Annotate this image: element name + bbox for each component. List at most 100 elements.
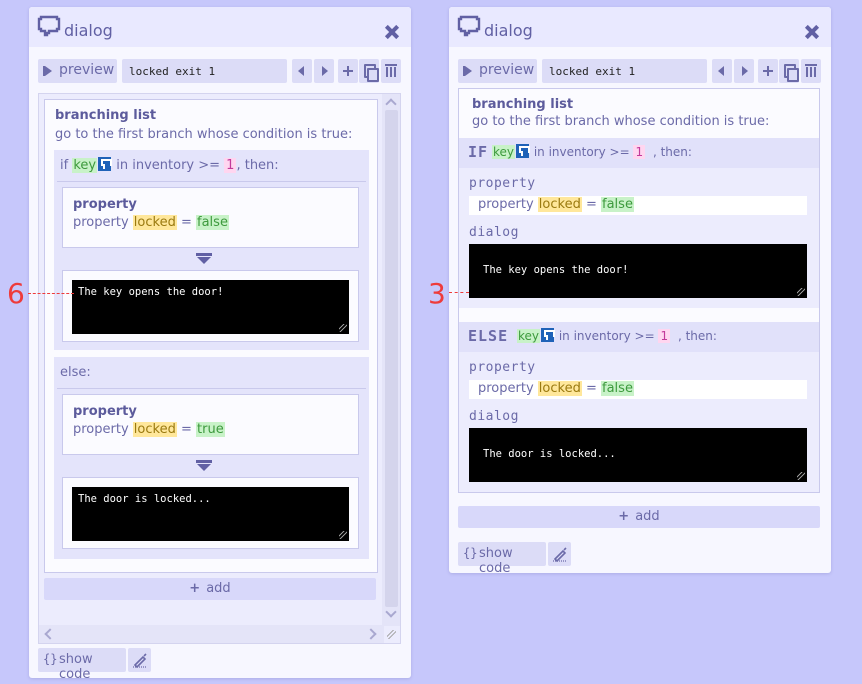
panel-title: dialog xyxy=(64,21,113,40)
show-code-button[interactable]: {} show code xyxy=(38,648,126,682)
scroll-down-icon[interactable] xyxy=(385,606,397,618)
edit-button[interactable] xyxy=(548,542,571,566)
dialog-name-input[interactable] xyxy=(122,59,287,83)
dialog-text-editor[interactable]: The key opens the door! xyxy=(469,244,807,298)
close-icon[interactable] xyxy=(385,25,399,39)
branching-list-title: branching list xyxy=(55,108,157,123)
vertical-scroll-thumb[interactable] xyxy=(385,110,398,607)
dialog-section-label: dialog xyxy=(469,409,519,424)
property-section-label: property xyxy=(469,176,536,191)
resize-grip-icon[interactable] xyxy=(797,472,805,480)
equals-sign: = xyxy=(180,215,192,230)
annotation-line-left xyxy=(28,293,74,294)
delete-icon[interactable] xyxy=(801,59,821,83)
left-editor-scroll-area[interactable]: branching list go to the first branch wh… xyxy=(38,93,401,644)
flow-arrow-icon xyxy=(196,460,212,471)
preview-button[interactable]: preview xyxy=(458,59,537,83)
add-label: add xyxy=(635,509,660,524)
delete-icon[interactable] xyxy=(381,59,401,83)
equals-sign: = xyxy=(585,381,597,396)
dialog-section-label: dialog xyxy=(469,225,519,240)
key-icon xyxy=(516,144,531,158)
resize-grip-icon[interactable] xyxy=(797,288,805,296)
divider xyxy=(57,388,366,389)
preview-label: preview xyxy=(479,62,535,78)
property-row-2[interactable]: property locked = false xyxy=(469,380,807,399)
show-code-button[interactable]: {} show code xyxy=(458,542,546,576)
plus-icon: + xyxy=(618,509,630,524)
if-header[interactable]: IF key in inventory >= 1 , then: xyxy=(459,138,819,168)
branching-list-card: branching list go to the first branch wh… xyxy=(44,99,378,573)
copy-icon[interactable] xyxy=(779,59,799,83)
play-icon xyxy=(463,66,472,76)
property-expression: property locked = false xyxy=(73,215,229,230)
add-button[interactable]: + add xyxy=(458,506,820,528)
divider xyxy=(57,181,366,182)
property-block-1[interactable]: property property locked = false xyxy=(62,187,359,248)
add-icon[interactable] xyxy=(758,59,778,83)
condition-operator: in inventory >= xyxy=(558,329,655,343)
show-code-label: show code xyxy=(59,652,93,682)
scroll-up-icon[interactable] xyxy=(385,98,397,110)
code-braces-icon: {} xyxy=(43,652,58,666)
condition-then: , then: xyxy=(236,158,279,173)
if-keyword: if xyxy=(60,158,69,173)
add-button[interactable]: + add xyxy=(44,578,376,600)
property-keyword: property xyxy=(73,422,129,437)
dialog-block-1[interactable]: The key opens the door! xyxy=(62,270,359,342)
copy-icon[interactable] xyxy=(359,59,379,83)
vertical-scrollbar[interactable] xyxy=(382,94,400,626)
annotation-label-right: 3 xyxy=(428,277,446,310)
property-keyword: property xyxy=(73,215,129,230)
condition-item-name: key xyxy=(492,145,516,159)
if-branch: IF key in inventory >= 1 , then: propert… xyxy=(459,138,819,308)
edit-button[interactable] xyxy=(128,648,151,672)
condition-value: 1 xyxy=(633,145,646,159)
condition-value: 1 xyxy=(658,329,671,343)
play-icon xyxy=(43,66,52,76)
scroll-left-icon[interactable] xyxy=(44,628,56,640)
property-row-1[interactable]: property locked = false xyxy=(469,196,807,215)
branching-list-card: branching list go to the first branch wh… xyxy=(458,88,820,493)
dialog-bubble-icon xyxy=(457,15,481,37)
else-branch: else: property property locked = true Th… xyxy=(54,357,369,559)
left-dialog-panel: dialog preview branching list go to the … xyxy=(29,7,411,682)
if-condition: key in inventory >= 1 , then: xyxy=(492,144,692,159)
pencil-icon xyxy=(133,653,147,668)
resize-grip-icon[interactable] xyxy=(339,531,347,539)
dialog-block-2[interactable]: The door is locked... xyxy=(62,477,359,549)
dialog-text-editor[interactable]: The door is locked... xyxy=(72,487,349,541)
previous-icon[interactable] xyxy=(712,59,732,83)
property-value: true xyxy=(196,422,225,437)
if-condition[interactable]: if key in inventory >= 1, then: xyxy=(60,157,279,173)
property-block-2[interactable]: property property locked = true xyxy=(62,394,359,455)
equals-sign: = xyxy=(585,197,597,212)
property-section-label: property xyxy=(469,360,536,375)
branching-list-title: branching list xyxy=(472,97,574,112)
else-header[interactable]: ELSE key in inventory >= 1 , then: xyxy=(459,322,819,352)
dialog-bubble-icon xyxy=(37,15,61,37)
if-branch: if key in inventory >= 1, then: property… xyxy=(54,150,369,350)
resize-grip-icon[interactable] xyxy=(339,324,347,332)
scroll-right-icon[interactable] xyxy=(365,628,377,640)
else-condition: key in inventory >= 1 , then: xyxy=(517,328,717,343)
horizontal-scrollbar[interactable] xyxy=(39,625,384,643)
add-icon[interactable] xyxy=(338,59,358,83)
preview-button[interactable]: preview xyxy=(38,59,117,83)
next-icon[interactable] xyxy=(314,59,334,83)
condition-item-name: key xyxy=(72,158,98,173)
dialog-name-input[interactable] xyxy=(542,59,707,83)
previous-icon[interactable] xyxy=(292,59,312,83)
resize-grip-icon[interactable] xyxy=(387,630,396,639)
dialog-text: The door is locked... xyxy=(483,448,616,460)
next-icon[interactable] xyxy=(734,59,754,83)
dialog-text-editor[interactable]: The door is locked... xyxy=(469,428,807,482)
annotation-label-left: 6 xyxy=(7,277,25,310)
left-toolbar: preview xyxy=(29,59,411,83)
dialog-text-editor[interactable]: The key opens the door! xyxy=(72,280,349,334)
condition-then: , then: xyxy=(652,145,692,159)
close-icon[interactable] xyxy=(805,25,819,39)
property-block-title: property xyxy=(73,404,137,419)
left-titlebar: dialog xyxy=(29,7,411,47)
show-code-label: show code xyxy=(479,546,513,576)
